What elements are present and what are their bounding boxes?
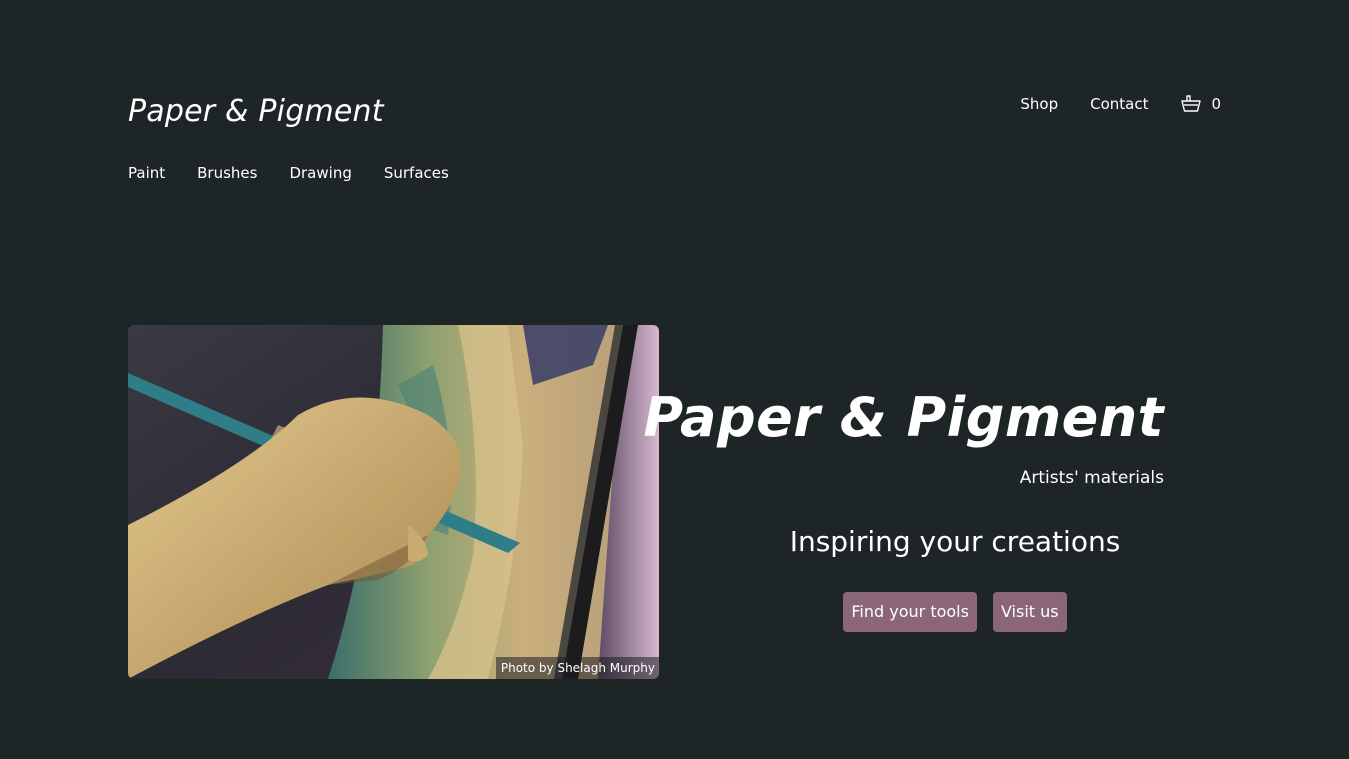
hero-tagline: Inspiring your creations [789, 525, 1121, 558]
hero-buttons: Find your tools Visit us [700, 592, 1210, 632]
nav-contact-link[interactable]: Contact [1090, 95, 1148, 113]
basket-icon [1180, 93, 1202, 115]
site-logo[interactable]: Paper & Pigment [128, 94, 384, 129]
cart-button[interactable]: 0 [1180, 93, 1221, 115]
hero-title: Paper & Pigment [643, 386, 1164, 449]
image-credit: Photo by Shelagh Murphy [495, 657, 659, 679]
hero-image: Photo by Shelagh Murphy [128, 325, 659, 679]
find-tools-button[interactable]: Find your tools [843, 592, 977, 632]
category-surfaces-link[interactable]: Surfaces [384, 164, 449, 182]
visit-us-button[interactable]: Visit us [992, 592, 1067, 632]
category-paint-link[interactable]: Paint [128, 164, 165, 182]
page: Paper & Pigment Shop Contact 0 Paint Bru… [0, 0, 1349, 759]
nav-shop-link[interactable]: Shop [1020, 95, 1058, 113]
top-nav: Shop Contact 0 [1020, 93, 1221, 115]
category-brushes-link[interactable]: Brushes [197, 164, 257, 182]
category-nav: Paint Brushes Drawing Surfaces [128, 164, 449, 182]
cart-count: 0 [1211, 95, 1221, 113]
hero-subtitle: Artists' materials [1019, 468, 1164, 488]
category-drawing-link[interactable]: Drawing [289, 164, 351, 182]
